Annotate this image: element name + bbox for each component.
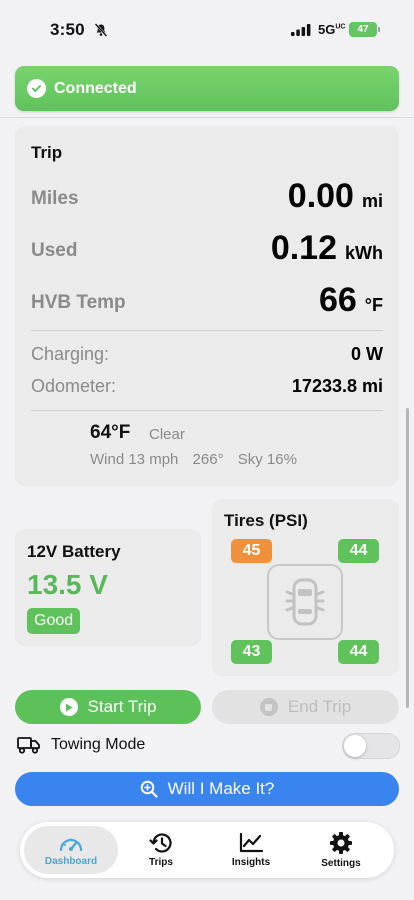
status-bar: 3:50 5GUC 47 [0, 0, 414, 60]
metric-value: 0.12 kWh [270, 229, 383, 267]
cellular-signal-icon [291, 24, 311, 36]
tab-dashboard[interactable]: Dashboard [24, 826, 118, 874]
metric-miles: Miles 0.00 mi [31, 176, 383, 216]
scroll-indicator[interactable] [406, 408, 409, 708]
tires-card: Tires (PSI) 45 44 43 44 [212, 499, 399, 676]
metric-hvb-temp: HVB Temp 66 °F [31, 280, 383, 320]
toggle-knob [344, 735, 366, 757]
gear-icon [330, 832, 352, 854]
history-icon [149, 833, 172, 853]
tire-rear-right: 44 [338, 640, 379, 664]
chart-line-icon [239, 832, 264, 853]
info-label: Charging: [31, 344, 110, 364]
tires-title: Tires (PSI) [224, 511, 308, 530]
towing-mode-label: Towing Mode [51, 736, 146, 753]
trip-title: Trip [31, 143, 63, 162]
divider [31, 410, 383, 411]
info-odometer: Odometer: 17233.8 mi [31, 376, 383, 400]
tire-front-left: 45 [231, 539, 272, 563]
car-top-view-icon [267, 564, 343, 640]
start-trip-button[interactable]: Start Trip [15, 690, 201, 724]
weather-wind: Wind 13 mph [90, 451, 179, 468]
bell-slash-icon [94, 23, 108, 37]
battery-percent: 47 [357, 24, 369, 35]
tire-rear-left: 43 [231, 640, 272, 664]
trip-card: Trip Miles 0.00 mi Used 0.12 kWh HVB Tem… [15, 126, 399, 486]
magnifier-icon [140, 780, 158, 798]
tab-label: Trips [149, 857, 173, 868]
truck-icon [17, 737, 40, 754]
towing-mode-toggle[interactable] [342, 733, 400, 759]
play-icon [59, 698, 78, 716]
weather-temp: 64°F [90, 422, 131, 443]
metric-label: Used [31, 240, 78, 261]
stop-icon [259, 698, 278, 716]
weather-details: Wind 13 mph 266° Sky 16% [90, 451, 307, 468]
metric-label: HVB Temp [31, 292, 126, 313]
end-trip-label: End Trip [287, 697, 352, 716]
connection-status: Connected [54, 79, 137, 97]
info-value: 0 W [350, 344, 383, 364]
tab-label: Insights [231, 857, 271, 868]
towing-mode-row: Towing Mode [15, 733, 400, 759]
start-trip-label: Start Trip [87, 697, 157, 716]
info-charging: Charging: 0 W [31, 344, 383, 368]
battery-card: 12V Battery 13.5 V Good [15, 529, 201, 646]
connection-banner: Connected [15, 66, 399, 111]
divider [0, 117, 414, 118]
battery-voltage: 13.5 V [27, 569, 108, 600]
battery-status-badge: Good [27, 608, 81, 634]
info-label: Odometer: [31, 376, 117, 396]
metric-label: Miles [31, 188, 79, 209]
divider [31, 330, 383, 331]
status-time: 3:50 [50, 20, 85, 39]
metric-value: 66 °F [318, 281, 383, 319]
will-i-make-it-label: Will I Make It? [167, 779, 275, 798]
gauge-icon [59, 838, 83, 852]
weather-condition: Clear [149, 426, 185, 443]
metric-used: Used 0.12 kWh [31, 228, 383, 268]
info-value: 17233.8 mi [291, 376, 383, 396]
tab-bar: Dashboard Trips Insights Settings [20, 822, 394, 878]
tab-insights[interactable]: Insights [204, 826, 298, 874]
battery-title: 12V Battery [27, 542, 121, 561]
tab-trips[interactable]: Trips [114, 826, 208, 874]
weather-sky: Sky 16% [237, 451, 297, 468]
metric-value: 0.00 mi [287, 177, 383, 215]
tab-label: Dashboard [44, 856, 98, 867]
battery-level-icon: 47 [349, 22, 377, 37]
tab-label: Settings [321, 858, 361, 869]
battery-cap [378, 27, 380, 32]
tire-front-right: 44 [338, 539, 379, 563]
will-i-make-it-button[interactable]: Will I Make It? [15, 772, 399, 806]
network-type: 5GUC [318, 22, 346, 37]
tab-settings[interactable]: Settings [294, 826, 388, 874]
weather-direction: 266° [192, 451, 224, 468]
checkmark-icon [27, 79, 46, 98]
end-trip-button[interactable]: End Trip [212, 690, 399, 724]
